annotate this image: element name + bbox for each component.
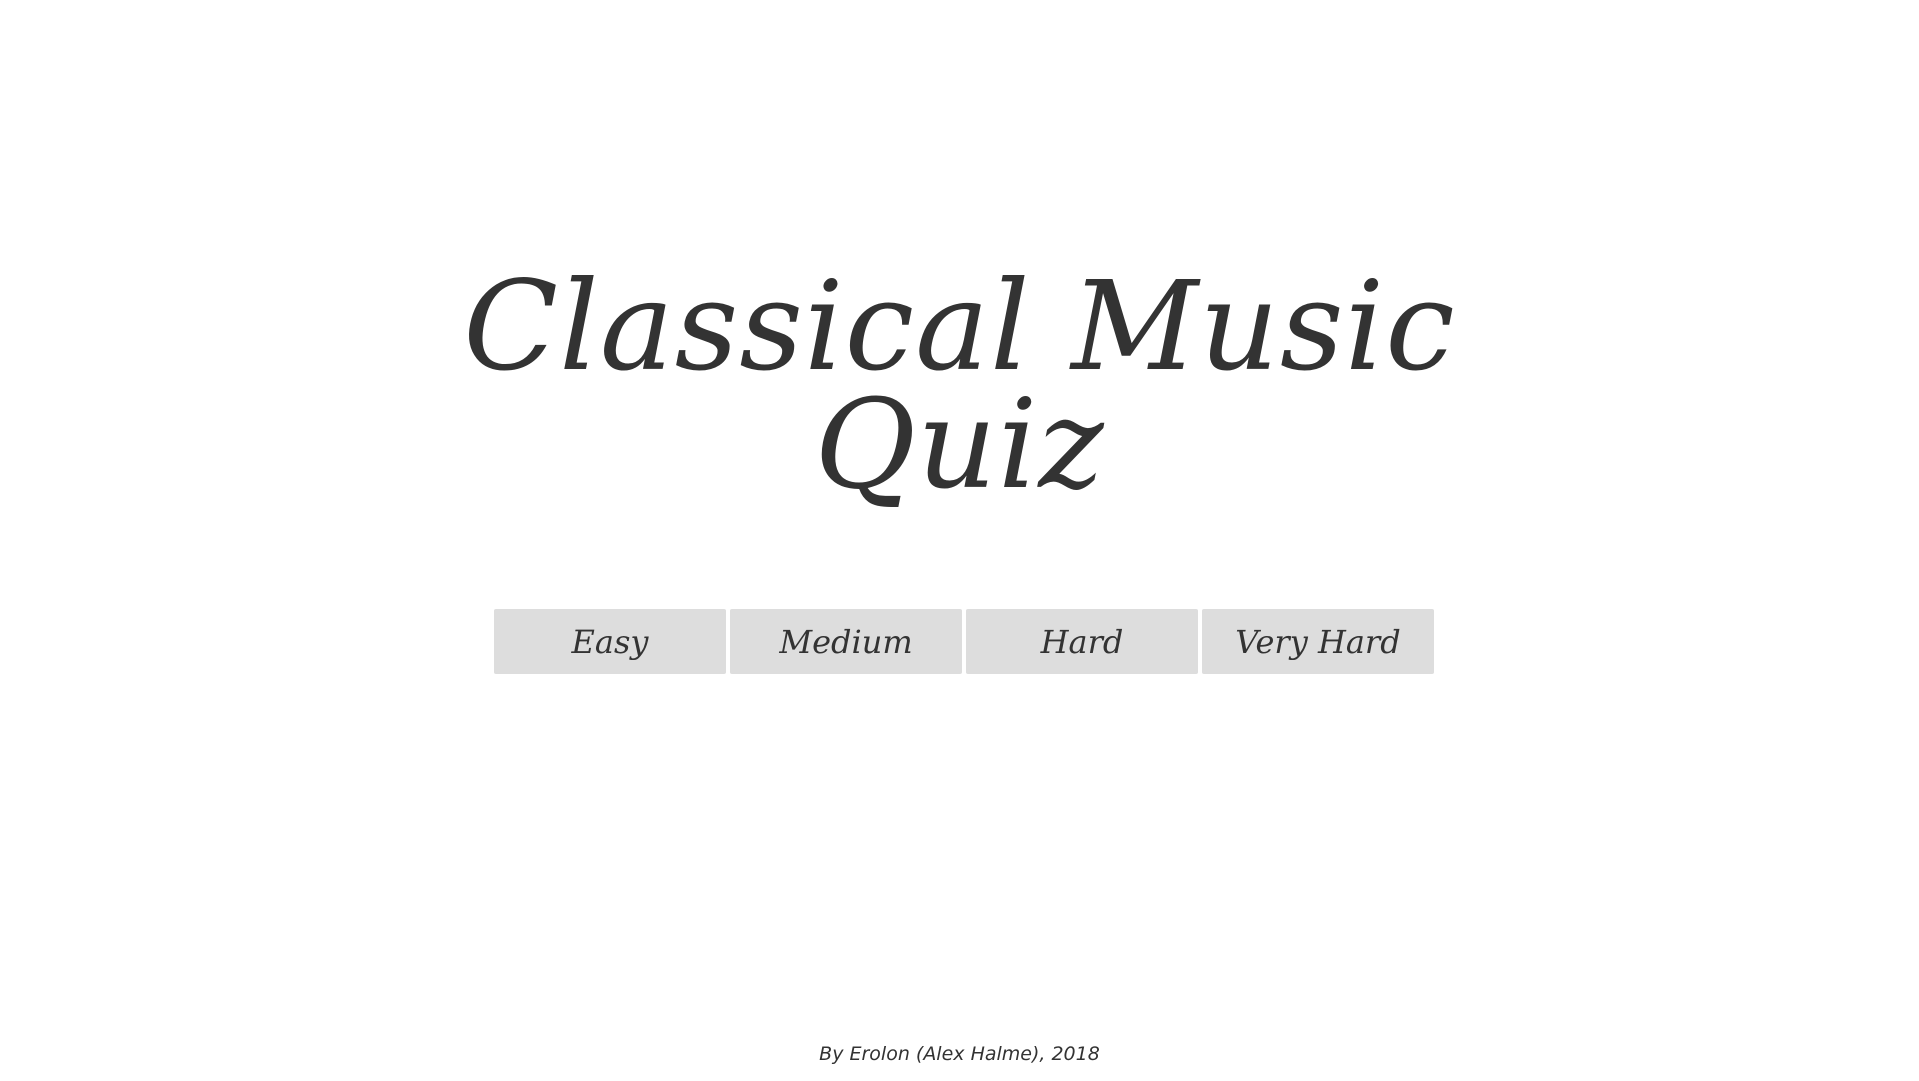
title-line-2: Quiz [814, 373, 1105, 517]
medium-button[interactable]: Medium [730, 609, 962, 674]
very-hard-button[interactable]: Very Hard [1202, 609, 1434, 674]
page-title: Classical Music Quiz [0, 255, 1919, 517]
footer-credit: By Erolon (Alex Halme), 2018 [819, 1043, 1100, 1065]
title-line-1: Classical Music [463, 255, 1456, 399]
hard-button[interactable]: Hard [966, 609, 1198, 674]
page: Classical Music Quiz Easy Medium Hard Ve… [0, 0, 1919, 1081]
difficulty-selector: Easy Medium Hard Very Hard [494, 609, 1434, 674]
easy-button[interactable]: Easy [494, 609, 726, 674]
